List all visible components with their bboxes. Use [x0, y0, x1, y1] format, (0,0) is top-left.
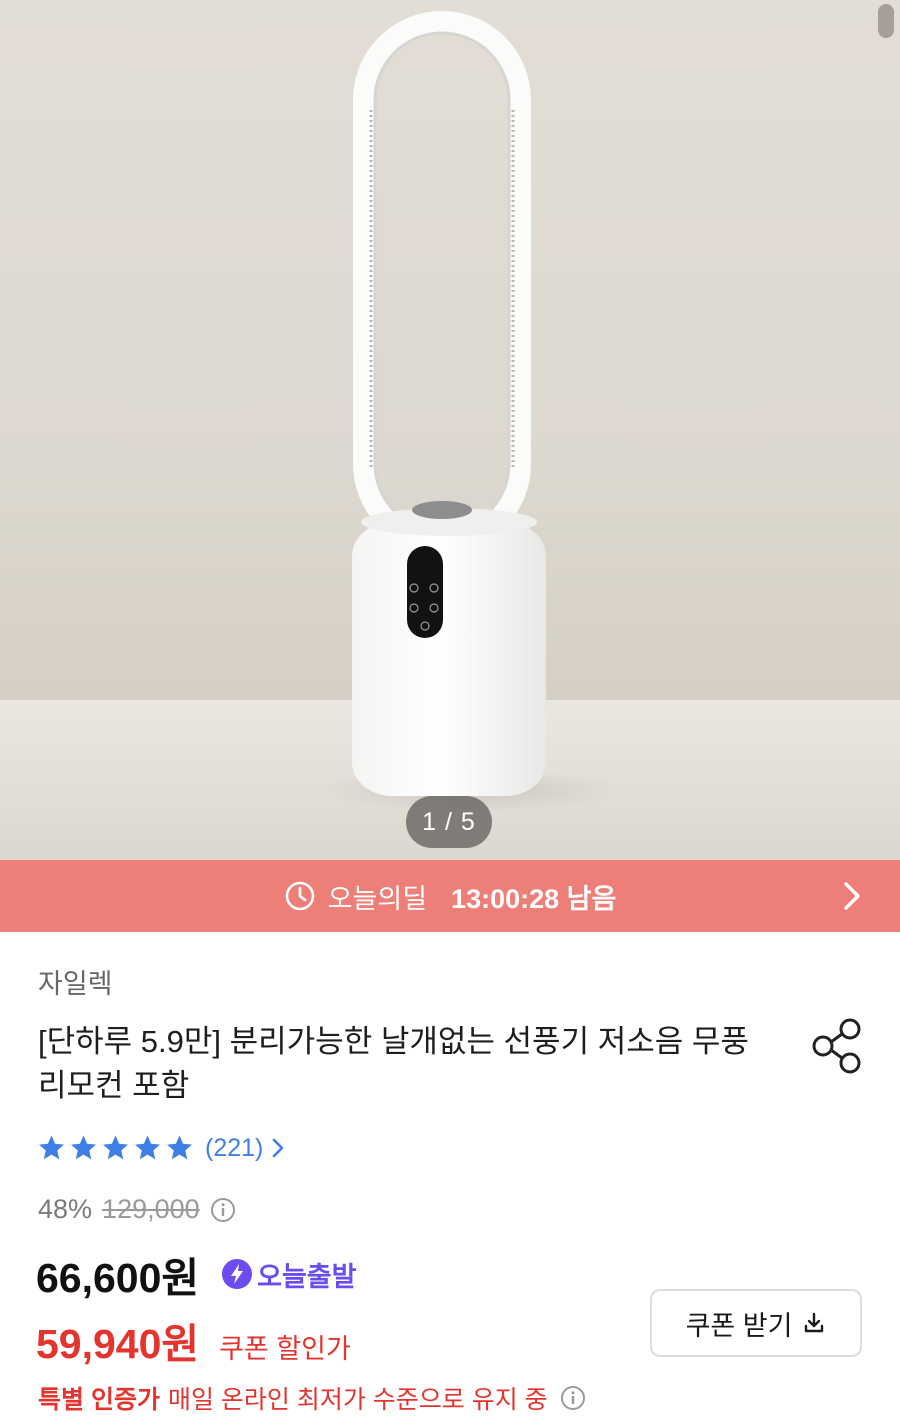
coupon-price-row: 59,940원 쿠폰 할인가: [36, 1310, 351, 1370]
discount-rate: 48%: [38, 1194, 93, 1224]
product-image-carousel[interactable]: 1 / 5: [0, 0, 900, 860]
today-deal-banner[interactable]: 오늘의딜 13:00:28 남음: [0, 860, 900, 932]
lightning-icon: [222, 1259, 253, 1289]
review-count[interactable]: (221): [205, 1134, 263, 1163]
star-rating: [36, 1133, 195, 1163]
info-icon[interactable]: [210, 1197, 236, 1223]
chevron-right-icon[interactable]: [842, 880, 862, 912]
clock-icon: [285, 881, 314, 911]
sale-price-row: 66,600원 오늘출발: [36, 1244, 357, 1304]
info-icon[interactable]: [560, 1385, 586, 1411]
star-icon: [39, 1135, 64, 1160]
star-icon: [71, 1135, 96, 1160]
special-price-desc: 매일 온라인 최저가 수준으로 유지 중: [167, 1386, 548, 1414]
image-counter: 1 / 5: [406, 796, 492, 848]
original-price-row: 48% 129,000: [38, 1194, 236, 1225]
get-coupon-label: 쿠폰 받기: [685, 1310, 793, 1341]
share-icon[interactable]: [808, 1016, 868, 1076]
bladeless-fan-image: [320, 11, 620, 812]
special-price-notice: 특별 인증가 매일 온라인 최저가 수준으로 유지 중: [38, 1380, 586, 1416]
coupon-price-label: 쿠폰 할인가: [219, 1334, 351, 1364]
deal-label: 오늘의딜: [327, 883, 428, 914]
star-icon: [135, 1135, 160, 1160]
sale-price: 66,600원: [36, 1255, 200, 1301]
coupon-price: 59,940원: [36, 1321, 200, 1367]
today-shipping-label: 오늘출발: [257, 1261, 357, 1292]
chevron-right-icon[interactable]: [271, 1137, 285, 1159]
rating-row[interactable]: (221): [36, 1130, 285, 1166]
get-coupon-button[interactable]: 쿠폰 받기: [650, 1289, 862, 1357]
special-price-title: 특별 인증가: [38, 1386, 160, 1414]
original-price: 129,000: [102, 1194, 200, 1224]
today-shipping-badge: 오늘출발: [221, 1255, 357, 1294]
star-icon: [167, 1135, 192, 1160]
deal-countdown: 13:00:28 남음: [451, 883, 617, 914]
brand-name[interactable]: 자일렉: [38, 962, 113, 1001]
product-title: [단하루 5.9만] 분리가능한 날개없는 선풍기 저소음 무풍 리모컨 포함: [38, 1024, 749, 1103]
download-icon: [805, 1312, 824, 1333]
star-icon: [103, 1135, 128, 1160]
